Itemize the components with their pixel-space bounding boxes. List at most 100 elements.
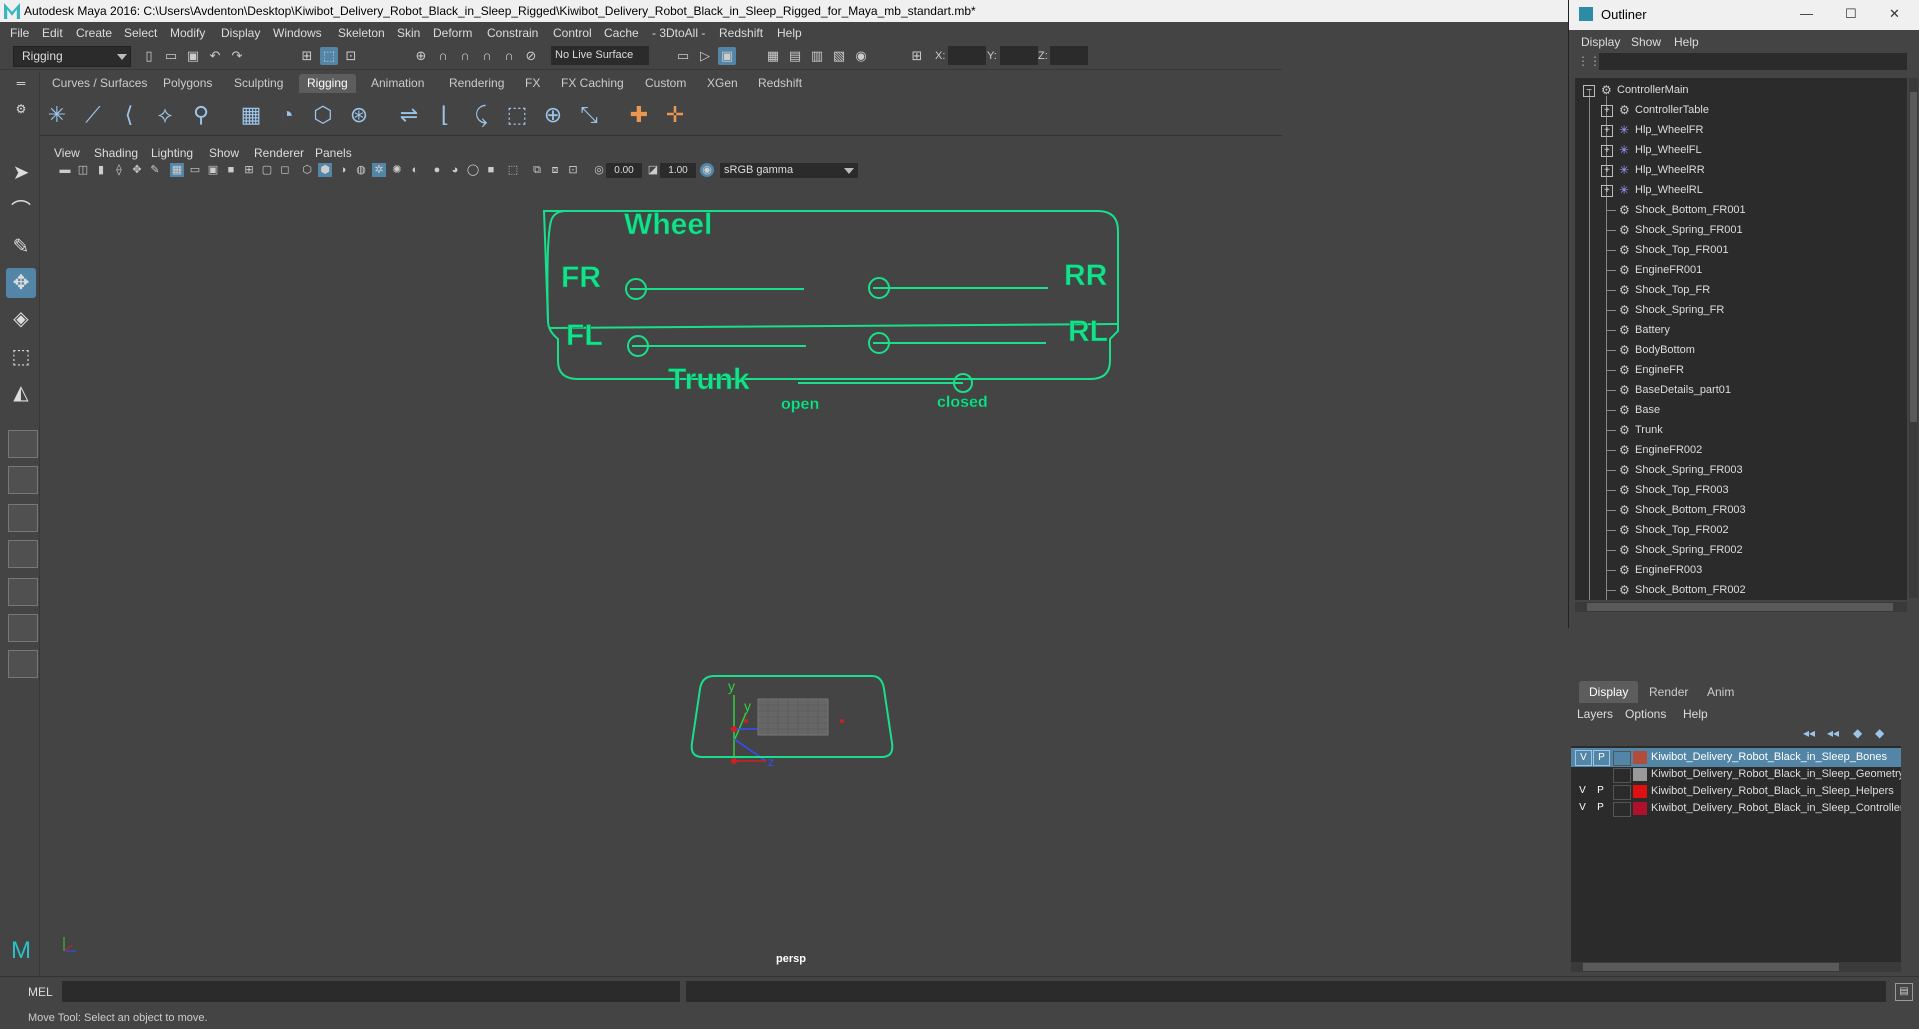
menu-skeleton[interactable]: Skeleton bbox=[338, 26, 385, 40]
tab-curves-surfaces[interactable]: Curves / Surfaces bbox=[44, 74, 155, 93]
wireframe-icon[interactable]: ⬡ bbox=[300, 163, 314, 177]
snap-curve-icon[interactable]: ∩ bbox=[434, 47, 452, 65]
grease-pencil-icon[interactable]: ✎ bbox=[148, 163, 162, 177]
snap-grid-icon[interactable]: ⊕ bbox=[412, 47, 430, 65]
film-gate-icon[interactable]: ▭ bbox=[188, 163, 202, 177]
construction-history-icon[interactable]: ▭ bbox=[674, 47, 692, 65]
menu-windows[interactable]: Windows bbox=[273, 26, 322, 40]
move-layer-up-icon[interactable]: ◂◂ bbox=[1803, 726, 1815, 740]
maximize-icon[interactable]: ☐ bbox=[1845, 6, 1857, 22]
view-transform-select[interactable]: sRGB gamma bbox=[720, 163, 858, 178]
filter-icon[interactable]: ⋮⋮ bbox=[1577, 54, 1601, 68]
layer-row[interactable]: V P Kiwibot_Delivery_Robot_Black_in_Sleep_… bbox=[1571, 799, 1901, 818]
select-object-icon[interactable]: ⬚ bbox=[320, 47, 338, 65]
expand-icon[interactable]: + bbox=[1601, 145, 1613, 157]
camera-select-icon[interactable]: ▬ bbox=[58, 163, 72, 177]
tab-sculpting[interactable]: Sculpting bbox=[226, 74, 291, 93]
layer-color-swatch[interactable] bbox=[1633, 751, 1647, 764]
color-management-icon[interactable]: ◉ bbox=[700, 163, 714, 177]
layer-menu-help[interactable]: Help bbox=[1683, 707, 1708, 721]
motion-blur-icon[interactable]: ● bbox=[430, 163, 444, 177]
custom-layout-icon[interactable] bbox=[8, 650, 38, 678]
outliner-item[interactable]: ⚙ EngineFR001 bbox=[1575, 260, 1907, 280]
xray-joints-icon[interactable]: ⧉ bbox=[530, 163, 544, 177]
expand-icon[interactable]: + bbox=[1601, 125, 1613, 137]
outliner-vertical-scrollbar[interactable] bbox=[1909, 78, 1918, 598]
gate-mask-icon[interactable]: ■ bbox=[224, 163, 238, 177]
bind-skin-icon[interactable]: ▦ bbox=[236, 100, 266, 130]
shadows-icon[interactable]: ✺ bbox=[390, 163, 404, 177]
layer-color-swatch[interactable] bbox=[1633, 785, 1647, 798]
exposure-icon[interactable]: ◎ bbox=[592, 163, 606, 177]
y-field[interactable] bbox=[1000, 46, 1038, 65]
outliner-item[interactable]: ⚙ EngineFR002 bbox=[1575, 440, 1907, 460]
layer-playback-toggle[interactable]: P bbox=[1593, 750, 1610, 766]
snap-view-icon[interactable]: ∩ bbox=[478, 47, 496, 65]
outliner-item[interactable]: ⚙ Shock_Top_FR bbox=[1575, 280, 1907, 300]
undo-icon[interactable]: ↶ bbox=[206, 47, 224, 65]
layer-color-swatch[interactable] bbox=[1633, 768, 1647, 781]
create-joints-icon[interactable]: ✳ bbox=[42, 100, 72, 130]
menu-help[interactable]: Help bbox=[777, 26, 802, 40]
gamma-icon[interactable]: ◪ bbox=[646, 163, 660, 177]
menu-skin[interactable]: Skin bbox=[397, 26, 420, 40]
outliner-menu-help[interactable]: Help bbox=[1674, 35, 1699, 49]
layer-visibility-toggle[interactable]: V bbox=[1575, 784, 1590, 798]
outliner-item[interactable]: ⚙ Shock_Top_FR001 bbox=[1575, 240, 1907, 260]
menu-redshift[interactable]: Redshift bbox=[719, 26, 763, 40]
menu-create[interactable]: Create bbox=[76, 26, 112, 40]
ik-handle-icon[interactable]: ⟋ bbox=[78, 100, 108, 130]
layer-color-swatch[interactable] bbox=[1633, 802, 1647, 815]
lattice-icon[interactable]: ⬡ bbox=[308, 100, 338, 130]
aim-constraint-icon[interactable]: ⌊ bbox=[430, 100, 460, 130]
z-field[interactable] bbox=[1050, 46, 1088, 65]
vp-menu-view[interactable]: View bbox=[54, 146, 80, 160]
outliner-item[interactable]: ⚙ Shock_Bottom_FR002 bbox=[1575, 580, 1907, 600]
render-sphere-icon[interactable]: ◉ bbox=[852, 47, 870, 65]
xray-icon[interactable]: ⬚ bbox=[506, 163, 520, 177]
lasso-tool-icon[interactable]: ⌒ bbox=[6, 196, 36, 226]
field-chart-icon[interactable]: ⊞ bbox=[242, 163, 256, 177]
outliner-menu-display[interactable]: Display bbox=[1581, 35, 1620, 49]
four-view-layout-icon[interactable] bbox=[8, 466, 38, 494]
outliner-item[interactable]: + ✳ Hlp_WheelFR bbox=[1575, 120, 1907, 140]
outliner-item[interactable]: ⚙ Base bbox=[1575, 400, 1907, 420]
vp-menu-show[interactable]: Show bbox=[209, 146, 239, 160]
layer-display-type[interactable] bbox=[1613, 785, 1631, 800]
outliner-item[interactable]: ⚙ Battery bbox=[1575, 320, 1907, 340]
backface-culling-icon[interactable]: ⊡ bbox=[566, 163, 580, 177]
outliner-search-input[interactable] bbox=[1599, 53, 1907, 70]
outliner-item[interactable]: + ⚙ ControllerTable bbox=[1575, 100, 1907, 120]
xray-components-icon[interactable]: ⧈ bbox=[548, 163, 562, 177]
ipr-render-icon[interactable]: ▣ bbox=[718, 47, 736, 65]
menu-select[interactable]: Select bbox=[124, 26, 157, 40]
shelf-settings-icon[interactable]: ⚙ bbox=[6, 94, 36, 124]
render-view-icon[interactable]: ▦ bbox=[764, 47, 782, 65]
lights-icon[interactable]: ✲ bbox=[372, 163, 386, 177]
outliner-item[interactable]: ⚙ Shock_Spring_FR002 bbox=[1575, 540, 1907, 560]
scale-constraint-icon[interactable]: ⬚ bbox=[502, 100, 532, 130]
layer-playback-toggle[interactable]: P bbox=[1593, 784, 1608, 798]
tab-rigging[interactable]: Rigging bbox=[299, 74, 356, 93]
resolution-gate-icon[interactable]: ▣ bbox=[206, 163, 220, 177]
layer-display-type[interactable] bbox=[1613, 802, 1631, 817]
outliner-item[interactable]: ⚙ Shock_Top_FR002 bbox=[1575, 520, 1907, 540]
save-scene-icon[interactable]: ▣ bbox=[184, 47, 202, 65]
outliner-item[interactable]: ⚙ Shock_Top_FR003 bbox=[1575, 480, 1907, 500]
outliner-item[interactable]: + ✳ Hlp_WheelFL bbox=[1575, 140, 1907, 160]
bookmark-icon[interactable]: ▮ bbox=[94, 163, 108, 177]
depth-of-field-icon[interactable]: ◯ bbox=[466, 163, 480, 177]
scale-tool-icon[interactable]: ⬚ bbox=[6, 342, 36, 372]
snap-surface-icon[interactable]: ∩ bbox=[500, 47, 518, 65]
menu-3dtoall[interactable]: - 3DtoAll - bbox=[652, 26, 705, 40]
layer-playback-toggle[interactable]: P bbox=[1593, 801, 1608, 815]
ambient-occlusion-icon[interactable]: ◐ bbox=[408, 163, 422, 177]
tab-xgen[interactable]: XGen bbox=[699, 74, 746, 93]
menu-control[interactable]: Control bbox=[553, 26, 592, 40]
live-surface-field[interactable]: No Live Surface bbox=[551, 46, 649, 65]
image-plane-icon[interactable]: ⟠ bbox=[112, 163, 126, 177]
locator-icon[interactable]: ✚ bbox=[624, 100, 654, 130]
outliner-horizontal-scrollbar[interactable] bbox=[1575, 602, 1907, 612]
render-ipr-icon[interactable]: ▥ bbox=[808, 47, 826, 65]
custom-locator-icon[interactable]: ✛ bbox=[660, 100, 690, 130]
